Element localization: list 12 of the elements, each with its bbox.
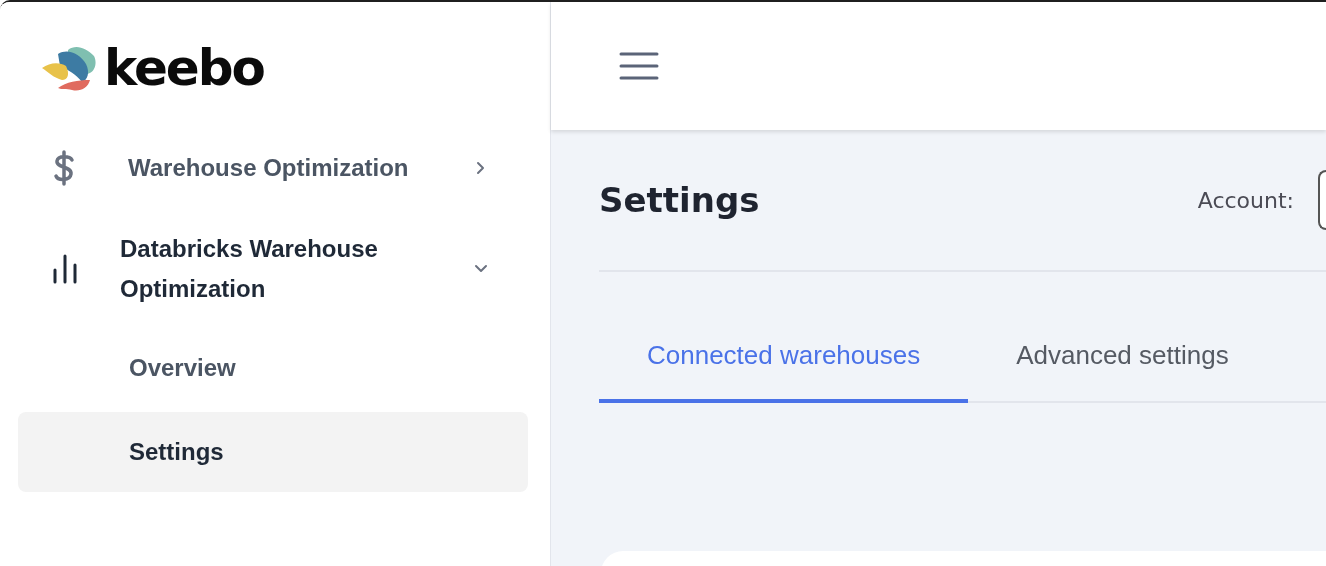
dollar-icon: [52, 150, 76, 186]
account-label: Account:: [1197, 187, 1294, 213]
tab[interactable]: Connected warehouses: [599, 310, 969, 403]
nav-item[interactable]: Databricks Warehouse Optimization: [18, 214, 528, 324]
bar-chart-icon: [52, 254, 78, 284]
nav-item[interactable]: Warehouse Optimization: [18, 122, 528, 214]
submenu-item[interactable]: Overview: [18, 328, 528, 408]
page-title: Settings: [599, 180, 761, 220]
submenu-item[interactable]: Settings: [18, 412, 528, 492]
logo-text: keebo: [104, 43, 264, 93]
tab[interactable]: Advanced settings: [968, 310, 1277, 403]
menu-icon[interactable]: [619, 52, 659, 80]
